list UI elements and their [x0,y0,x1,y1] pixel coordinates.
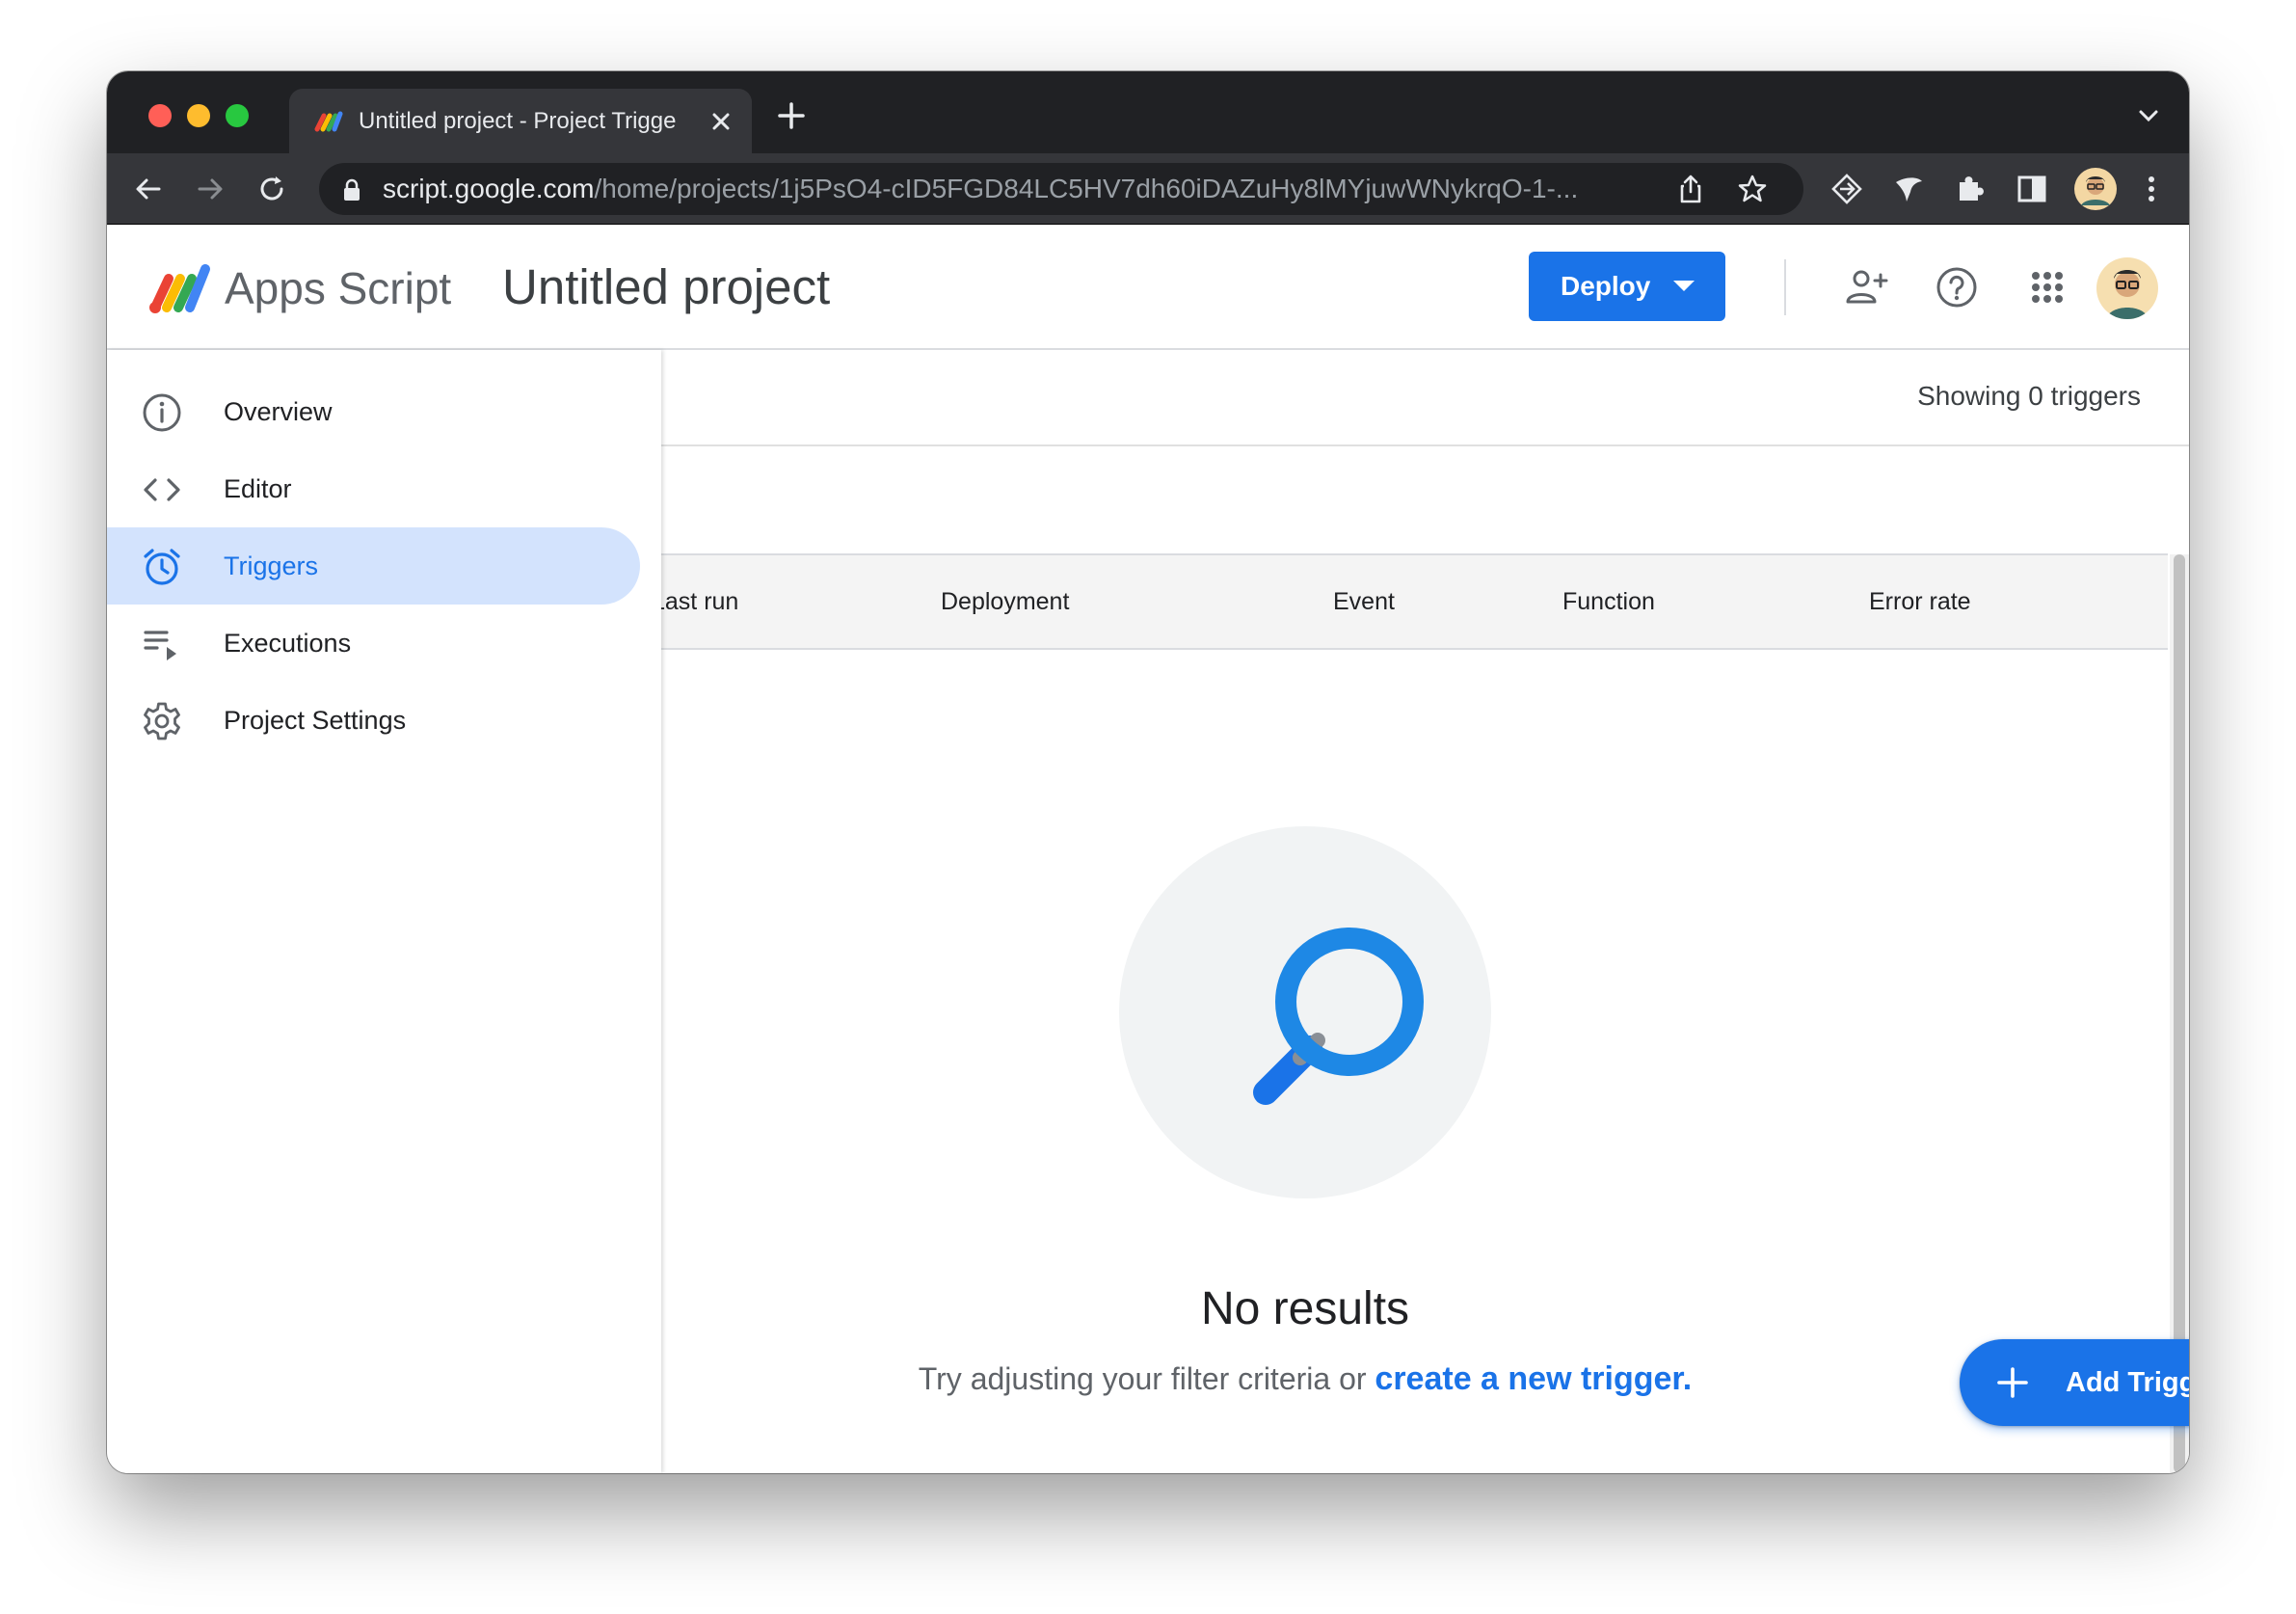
app-header: Apps Script Untitled project Deploy [107,225,2189,350]
empty-state-hint-text: Try adjusting your filter criteria or [918,1361,1375,1396]
sidebar-item-label: Executions [224,629,352,658]
address-bar[interactable]: script.google.com/home/projects/1j5PsO4-… [319,163,1803,215]
lock-icon[interactable] [342,178,361,202]
info-icon [143,393,181,432]
project-title[interactable]: Untitled project [502,257,1003,317]
side-panel-icon[interactable] [2016,173,2048,205]
bookmark-star-icon[interactable] [1736,173,1769,205]
tab-title: Untitled project - Project Trigge [359,108,677,134]
profile-avatar-icon[interactable] [2073,167,2118,211]
sidebar-item-overview[interactable]: Overview [107,373,640,450]
divider [661,444,2189,446]
scrollbar-thumb[interactable] [2174,554,2185,1473]
deploy-label: Deploy [1561,271,1651,301]
help-icon[interactable] [1935,265,1979,309]
empty-state-hint: Try adjusting your filter criteria or cr… [871,1357,1739,1401]
sidebar-item-triggers[interactable]: Triggers [107,527,640,605]
header-divider [1784,259,1786,315]
url-path: /home/projects/1j5PsO4-cID5FGD84LC5HV7dh… [594,174,1579,203]
url-text[interactable]: script.google.com/home/projects/1j5PsO4-… [383,172,1665,206]
scrollbar[interactable] [2170,554,2189,1473]
maximize-window-button[interactable] [226,104,249,127]
add-trigger-label: Add Trigger [2066,1367,2189,1398]
triggers-main: Showing 0 triggers Last run Deployment E… [661,350,2189,1473]
minimize-window-button[interactable] [187,104,210,127]
sidebar-item-label: Editor [224,474,292,503]
share-icon[interactable] [1674,173,1707,205]
google-apps-grid-icon[interactable] [2025,265,2069,309]
new-tab-icon[interactable] [774,98,809,133]
user-avatar-icon [2096,257,2158,319]
close-tab-icon[interactable] [706,106,736,137]
sidebar-item-executions[interactable]: Executions [107,605,640,682]
alarm-clock-icon [144,549,180,585]
column-header-event[interactable]: Event [1333,584,1395,619]
table-header: Last run Deployment Event Function Error… [661,553,2168,650]
extension-diamond-icon[interactable] [1830,173,1863,205]
deploy-button[interactable]: Deploy [1529,252,1725,321]
browser-menu-kebab-icon[interactable] [2135,173,2168,205]
column-header-error-rate[interactable]: Error rate [1869,584,1971,619]
sidebar-item-label: Triggers [224,551,319,580]
extension-bird-icon[interactable] [1892,173,1925,205]
gear-icon [144,702,180,740]
sidebar-item-editor[interactable]: Editor [107,450,640,527]
sidebar-item-project-settings[interactable]: Project Settings [107,682,640,759]
sidebar: Overview Editor Triggers Executions Proj… [107,350,661,1473]
account-avatar[interactable] [2096,257,2158,319]
extensions-puzzle-icon[interactable] [1954,173,1987,205]
empty-state-title: No results [1200,1283,1410,1334]
sidebar-item-label: Project Settings [224,706,407,735]
browser-window: Untitled project - Project Trigge script… [107,71,2189,1473]
apps-script-favicon-icon [314,111,343,132]
forward-arrow-icon[interactable] [194,173,227,205]
code-icon [144,478,180,501]
column-header-function[interactable]: Function [1562,584,1655,619]
apps-script-brand[interactable]: Apps Script [225,261,456,315]
add-trigger-button[interactable]: Add Trigger [1960,1339,2189,1426]
column-header-last-run[interactable]: Last run [661,584,738,619]
apps-script-logo-icon[interactable] [147,261,213,315]
browser-toolbar: script.google.com/home/projects/1j5PsO4-… [107,153,2189,225]
trigger-count: Showing 0 triggers [1917,381,2141,411]
tab-strip: Untitled project - Project Trigge [107,71,2189,153]
tab-search-chevron-icon[interactable] [2135,102,2162,129]
back-arrow-icon[interactable] [132,173,165,205]
caret-down-icon [1673,281,1695,291]
browser-tab[interactable]: Untitled project - Project Trigge [289,89,752,153]
column-header-deployment[interactable]: Deployment [941,584,1069,619]
reload-icon[interactable] [255,173,288,205]
create-trigger-link[interactable]: create a new trigger. [1375,1360,1692,1397]
plus-icon [1997,1367,2028,1398]
sidebar-item-label: Overview [224,397,333,426]
url-host: script.google.com [383,174,595,203]
search-magnifier-icon [1253,928,1424,1105]
close-window-button[interactable] [148,104,172,127]
share-person-add-icon[interactable] [1844,265,1888,309]
list-play-icon [144,631,176,660]
